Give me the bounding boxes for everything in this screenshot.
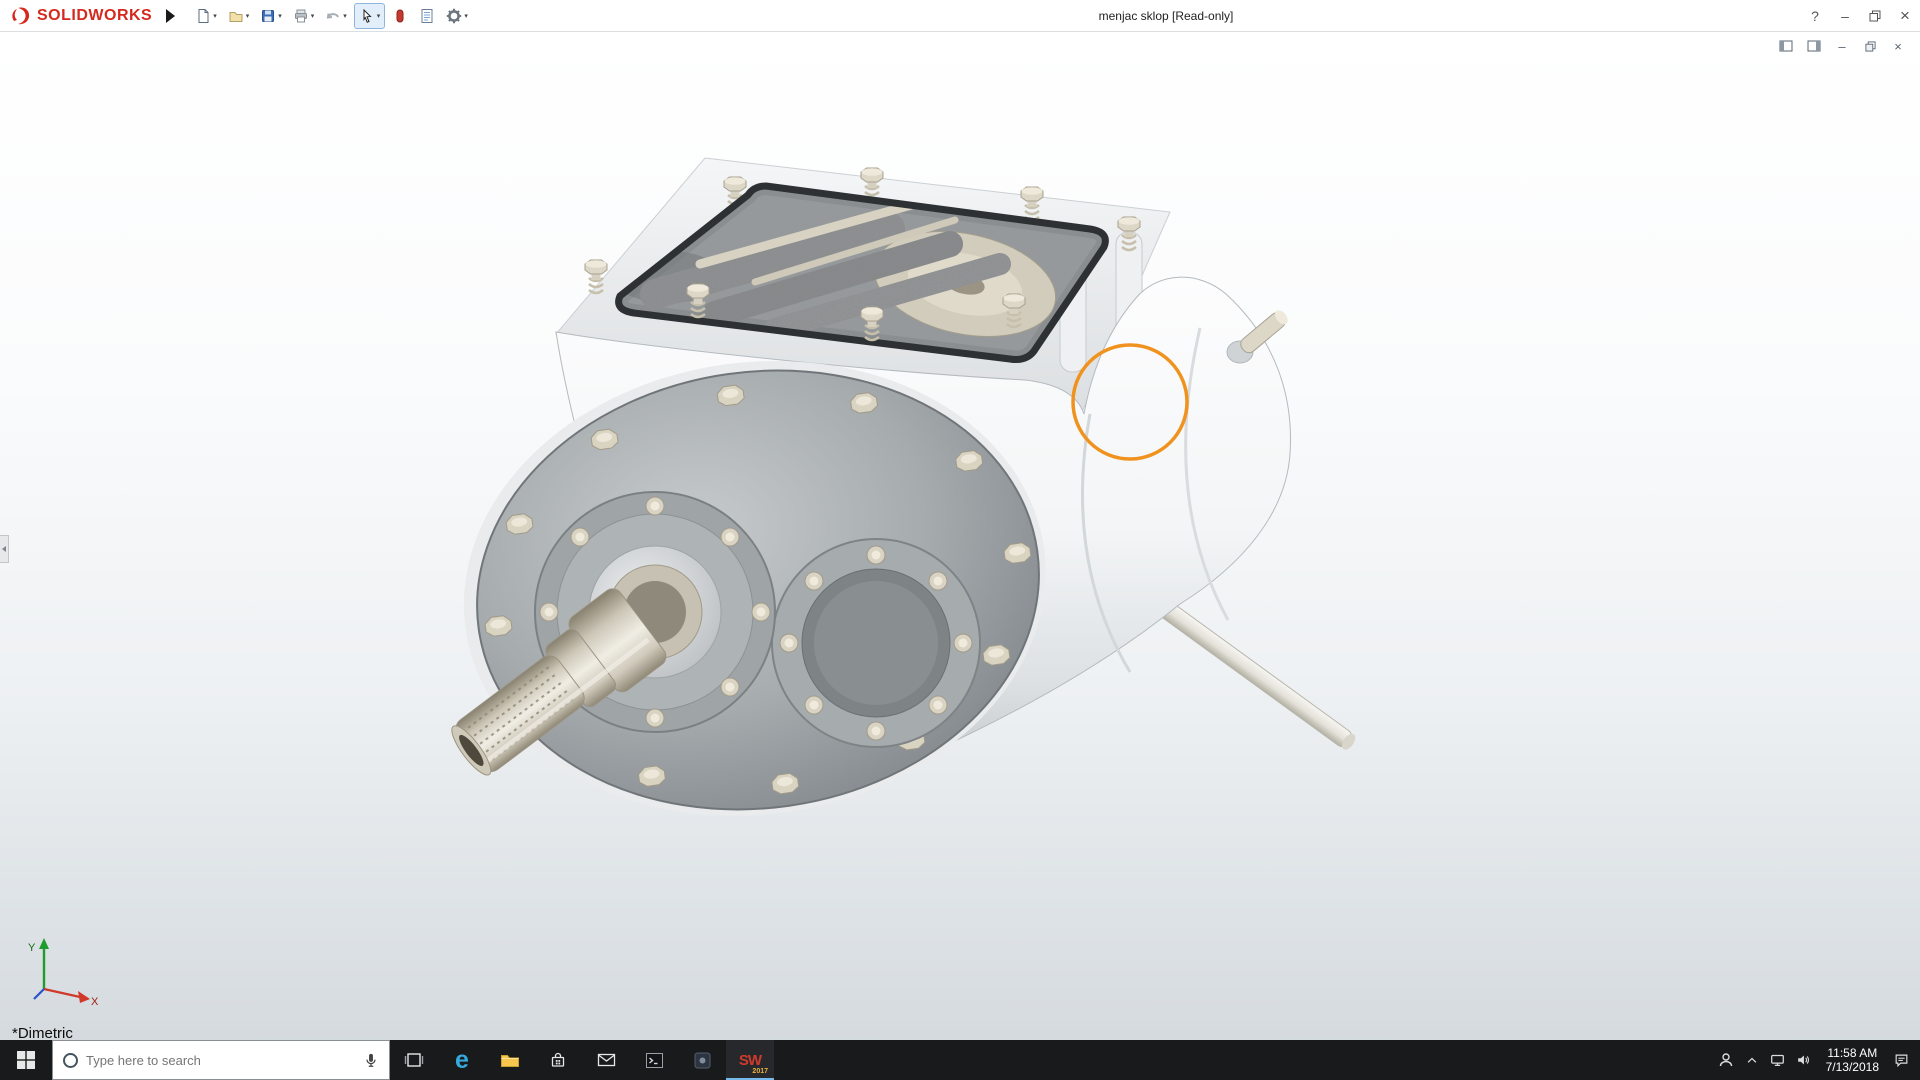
report-icon	[421, 8, 433, 23]
output-shaft	[1145, 591, 1356, 750]
store-icon	[551, 1052, 565, 1067]
windows-logo-icon	[17, 1051, 35, 1069]
caret-icon[interactable]: ▾	[343, 12, 347, 20]
app-icon	[694, 1052, 710, 1068]
caret-icon[interactable]: ▾	[464, 12, 468, 20]
edge-button[interactable]: e	[438, 1040, 486, 1080]
speaker-icon	[1798, 1055, 1810, 1065]
gearbox-model-canvas[interactable]	[0, 32, 1920, 1040]
doc-close-button[interactable]: ×	[1890, 38, 1906, 54]
print-icon	[294, 9, 307, 22]
ds-logo-icon	[12, 7, 30, 24]
open-folder-icon	[229, 11, 243, 22]
options-button[interactable]: ▾	[442, 3, 472, 29]
clock-time: 11:58 AM	[1827, 1046, 1878, 1060]
minimize-button[interactable]: –	[1830, 0, 1860, 32]
select-tool-button[interactable]: ▾	[353, 2, 386, 29]
save-button[interactable]: ▾	[256, 3, 286, 29]
caret-icon[interactable]: ▾	[377, 12, 381, 20]
report-button[interactable]	[415, 3, 439, 29]
caret-icon[interactable]: ▾	[311, 12, 315, 20]
microphone-icon[interactable]	[363, 1052, 379, 1069]
orientation-triad: Y X	[28, 938, 99, 1008]
action-center-button[interactable]	[1888, 1040, 1914, 1080]
store-button[interactable]	[534, 1040, 582, 1080]
gearbox-model[interactable]	[434, 157, 1358, 853]
quick-access-toolbar: ▾ ▾ ▾ ▾ ▾ ▾ ▾	[191, 2, 472, 29]
volume-button[interactable]	[1791, 1040, 1817, 1080]
edge-icon: e	[455, 1045, 469, 1074]
file-explorer-button[interactable]	[486, 1040, 534, 1080]
restore-icon	[1869, 10, 1881, 22]
toolbar-flyout-button[interactable]	[166, 8, 176, 23]
undo-button[interactable]: ▾	[321, 3, 351, 29]
windows-taskbar: e	[0, 1040, 1920, 1080]
solidworks-app-button[interactable]: SW 2017	[726, 1040, 774, 1080]
doc-minimize-button[interactable]: –	[1834, 38, 1850, 54]
caret-icon[interactable]: ▾	[213, 12, 217, 20]
doc-restore-button[interactable]	[1862, 38, 1878, 54]
appearance-button[interactable]	[388, 3, 412, 29]
network-icon	[1771, 1054, 1785, 1066]
network-button[interactable]	[1765, 1040, 1791, 1080]
task-view-button[interactable]	[390, 1040, 438, 1080]
tray-overflow-button[interactable]	[1739, 1040, 1765, 1080]
new-document-button[interactable]: ▾	[191, 3, 221, 29]
people-button[interactable]	[1713, 1040, 1739, 1080]
command-prompt-icon	[645, 1052, 663, 1068]
action-center-icon	[1895, 1054, 1907, 1068]
task-view-icon	[404, 1053, 424, 1067]
bearing-cover	[771, 538, 981, 748]
app-button[interactable]	[678, 1040, 726, 1080]
chevron-up-icon	[1747, 1057, 1756, 1063]
system-tray: 11:58 AM 7/13/2018	[1713, 1040, 1920, 1080]
pane-left-icon[interactable]	[1778, 38, 1794, 54]
caret-icon[interactable]: ▾	[278, 12, 282, 20]
titlebar: SOLIDWORKS ▾ ▾ ▾ ▾ ▾ ▾ ▾ menjac sklop [R…	[0, 0, 1920, 32]
y-axis-arrow	[39, 938, 49, 949]
window-controls: ? – ×	[1800, 0, 1920, 32]
print-button[interactable]: ▾	[289, 3, 319, 29]
gear-icon	[447, 8, 462, 23]
new-document-icon	[198, 8, 209, 23]
document-title: menjac sklop [Read-only]	[1098, 9, 1234, 23]
solidworks-window: SOLIDWORKS ▾ ▾ ▾ ▾ ▾ ▾ ▾ menjac sklop [R…	[0, 0, 1920, 1080]
clock-date: 7/13/2018	[1825, 1060, 1879, 1074]
x-axis-label: X	[91, 996, 99, 1008]
undo-icon	[327, 12, 340, 19]
graphics-area[interactable]: – × Y X *Dimetric	[0, 32, 1920, 1042]
save-icon	[262, 9, 275, 22]
select-cursor-icon	[363, 8, 372, 23]
caret-icon[interactable]: ▾	[246, 12, 250, 20]
people-icon	[1719, 1053, 1732, 1067]
z-axis-arrow	[33, 988, 45, 1000]
close-button[interactable]: ×	[1890, 0, 1920, 32]
search-input[interactable]	[86, 1052, 355, 1068]
solidworks-logo: SOLIDWORKS	[0, 5, 152, 27]
help-button[interactable]: ?	[1800, 0, 1830, 32]
clock[interactable]: 11:58 AM 7/13/2018	[1817, 1046, 1888, 1074]
solidworks-year-badge: 2017	[752, 1068, 768, 1075]
command-prompt-button[interactable]	[630, 1040, 678, 1080]
start-button[interactable]	[0, 1040, 52, 1080]
mail-button[interactable]	[582, 1040, 630, 1080]
taskbar-search[interactable]	[52, 1040, 390, 1080]
document-window-controls: – ×	[1778, 38, 1906, 54]
file-explorer-icon	[501, 1055, 519, 1067]
open-button[interactable]: ▾	[224, 3, 254, 29]
brand-text: SOLIDWORKS	[37, 6, 153, 24]
panel-collapse-tab[interactable]	[0, 535, 9, 563]
red-capsule-icon	[396, 9, 404, 22]
mail-icon	[597, 1053, 615, 1067]
pane-right-icon[interactable]	[1806, 38, 1822, 54]
y-axis-label: Y	[28, 942, 36, 954]
cortana-icon[interactable]	[63, 1052, 78, 1068]
x-axis-arrow	[78, 991, 90, 1003]
restore-button[interactable]	[1860, 0, 1890, 32]
solidworks-icon: SW	[738, 1051, 762, 1069]
